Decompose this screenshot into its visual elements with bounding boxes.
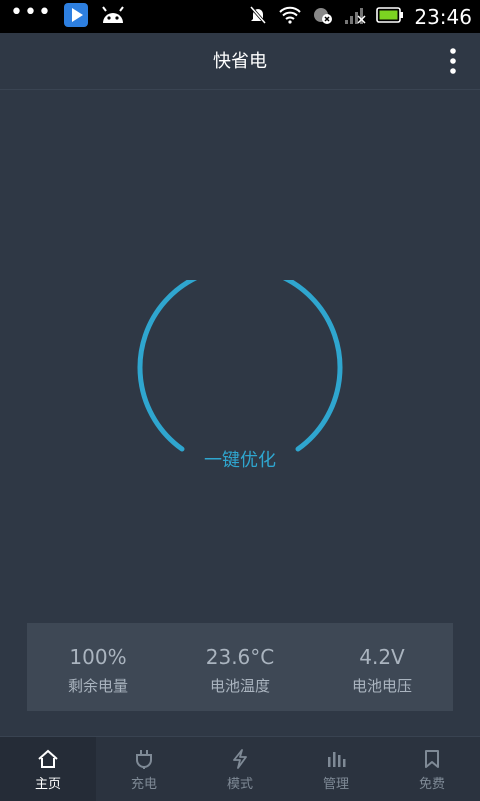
nav-label: 充电: [130, 777, 157, 792]
plug-icon: [136, 750, 152, 769]
stat-label: 剩余电量: [67, 677, 128, 695]
play-store-icon: [63, 2, 88, 31]
stat-remaining-charge: 100% 剩余电量: [27, 623, 169, 711]
app-header: 快省电: [0, 33, 480, 90]
nav-item-free[interactable]: 免费: [384, 737, 480, 801]
nav-item-manage[interactable]: 管理: [288, 737, 384, 801]
android-icon: [100, 5, 126, 29]
home-icon: [38, 749, 58, 768]
one-click-optimize-button[interactable]: 一键优化: [0, 446, 480, 472]
nav-item-mode[interactable]: 模式: [192, 737, 288, 801]
more-vert-icon: [450, 48, 456, 74]
signal-icon: [344, 6, 366, 28]
stat-label: 电池温度: [209, 677, 270, 695]
nav-label: 模式: [226, 777, 253, 792]
main-content: 一键优化 100% 剩余电量 23.6°C 电池温度 4.2V 电池电压: [0, 90, 480, 736]
page-title: 快省电: [213, 51, 267, 72]
stat-battery-voltage: 4.2V 电池电压: [311, 623, 453, 711]
sync-error-icon: [312, 5, 334, 29]
bookmark-icon: [425, 750, 439, 768]
bottom-navigation: 主页 充电 模式 管理 免费: [0, 736, 480, 801]
status-bar: ••• 23:46: [0, 0, 480, 33]
overflow-dots-icon: •••: [10, 0, 52, 25]
battery-icon: [376, 6, 404, 27]
bar-chart-icon: [328, 752, 346, 767]
wifi-icon: [278, 6, 302, 28]
status-left: •••: [10, 0, 126, 33]
clock-time: 23:46: [414, 4, 472, 29]
nav-item-charge[interactable]: 充电: [96, 737, 192, 801]
stat-value: 100%: [69, 645, 127, 669]
mute-icon: [248, 5, 268, 29]
nav-label: 管理: [322, 777, 349, 792]
overflow-menu-button[interactable]: [446, 47, 460, 75]
status-right: 23:46: [248, 0, 472, 33]
stat-value: 23.6°C: [205, 645, 275, 669]
bolt-icon: [233, 749, 247, 769]
stat-label: 电池电压: [351, 677, 412, 695]
nav-label: 主页: [34, 777, 61, 792]
battery-stats-panel: 100% 剩余电量 23.6°C 电池温度 4.2V 电池电压: [27, 623, 453, 711]
nav-label: 免费: [418, 777, 445, 792]
stat-value: 4.2V: [359, 645, 405, 669]
stat-battery-temperature: 23.6°C 电池温度: [169, 623, 311, 711]
nav-item-home[interactable]: 主页: [0, 737, 96, 801]
